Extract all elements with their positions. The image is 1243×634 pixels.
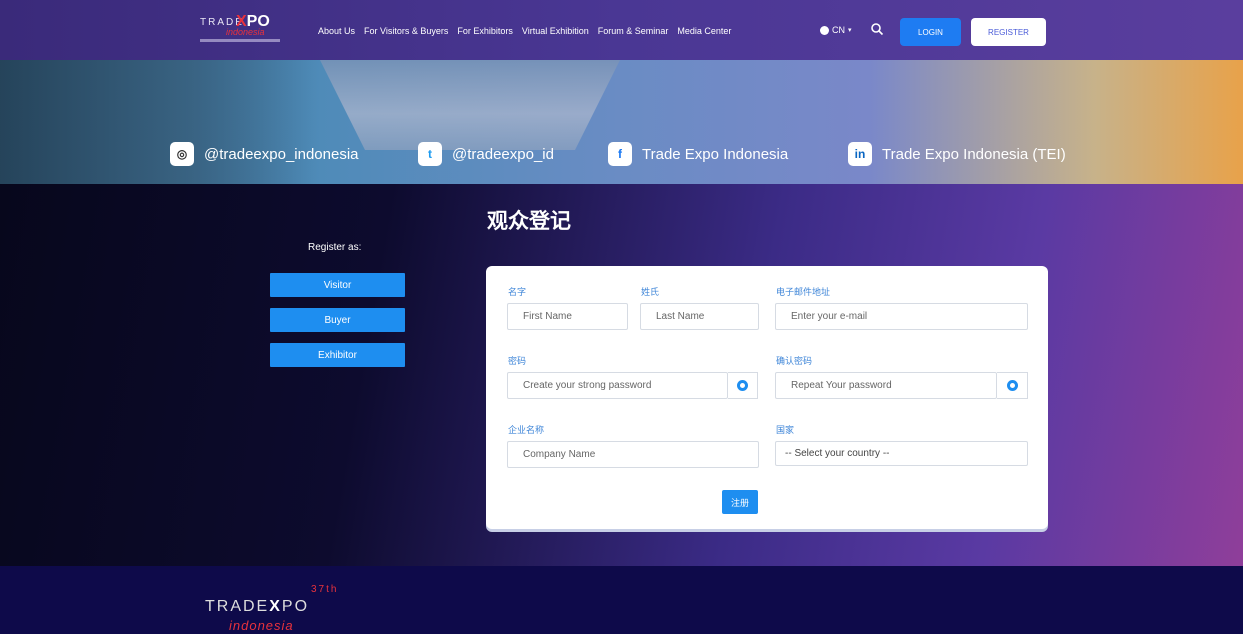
page-title: 观众登记 [487, 210, 571, 233]
facebook-handle: Trade Expo Indonesia [642, 145, 789, 163]
country-select[interactable]: -- Select your country -- [775, 441, 1028, 466]
language-selector[interactable]: CN ▾ [820, 25, 852, 35]
country-label: 国家 [776, 425, 795, 435]
linkedin-link[interactable]: in Trade Expo Indonesia (TEI) [848, 142, 1066, 166]
last-name-label: 姓氏 [641, 287, 660, 297]
linkedin-icon: in [848, 142, 872, 166]
twitter-handle: @tradeexpo_id [452, 145, 554, 163]
instagram-link[interactable]: ◎ @tradeexpo_indonesia [170, 142, 359, 166]
footer-logo-po: PO [281, 598, 310, 615]
register-button[interactable]: REGISTER [971, 18, 1046, 46]
search-icon[interactable] [870, 22, 884, 36]
twitter-icon: t [418, 142, 442, 166]
submit-register-button[interactable]: 注册 [722, 490, 758, 514]
chevron-down-icon: ▾ [848, 27, 852, 34]
email-input[interactable]: Enter your e-mail [775, 303, 1028, 330]
menu-exhibitors[interactable]: For Exhibitors [457, 26, 513, 36]
show-password-toggle[interactable] [728, 372, 758, 399]
instagram-icon: ◎ [170, 142, 194, 166]
first-name-input[interactable]: First Name [507, 303, 628, 330]
banner-building-image [320, 60, 620, 150]
company-label: 企业名称 [508, 425, 545, 435]
confirm-password-label: 确认密码 [776, 356, 813, 366]
main-menu: About Us For Visitors & Buyers For Exhib… [318, 26, 731, 36]
register-as-label: Register as: [308, 242, 362, 253]
role-visitor-button[interactable]: Visitor [270, 273, 405, 297]
login-button[interactable]: LOGIN [900, 18, 961, 46]
language-code: CN [832, 25, 845, 35]
menu-forum-seminar[interactable]: Forum & Seminar [598, 26, 669, 36]
menu-about-us[interactable]: About Us [318, 26, 355, 36]
instagram-handle: @tradeexpo_indonesia [204, 145, 359, 163]
trade-expo-logo[interactable]: TRADE XPO indonesia [200, 13, 282, 47]
first-name-label: 名字 [508, 287, 527, 297]
footer-logo-edition: 37th [311, 584, 339, 595]
menu-visitors-buyers[interactable]: For Visitors & Buyers [364, 26, 448, 36]
footer-logo-indonesia: indonesia [229, 618, 294, 633]
menu-media-center[interactable]: Media Center [677, 26, 731, 36]
company-input[interactable]: Company Name [507, 441, 759, 468]
facebook-link[interactable]: f Trade Expo Indonesia [608, 142, 788, 166]
last-name-input[interactable]: Last Name [640, 303, 759, 330]
footer-logo-x: X [269, 598, 282, 615]
password-label: 密码 [508, 356, 527, 366]
globe-icon [820, 25, 829, 35]
eye-icon [1006, 380, 1018, 391]
role-buyer-button[interactable]: Buyer [270, 308, 405, 332]
password-input[interactable]: Create your strong password [507, 372, 728, 399]
twitter-link[interactable]: t @tradeexpo_id [418, 142, 554, 166]
email-label: 电子邮件地址 [776, 287, 831, 297]
logo-tagline-bar [200, 39, 280, 42]
eye-icon [737, 380, 748, 391]
footer-logo[interactable]: TRADEXPO 37th indonesia [205, 584, 336, 633]
role-exhibitor-button[interactable]: Exhibitor [270, 343, 405, 367]
footer [0, 566, 1243, 634]
top-navbar: TRADE XPO indonesia About Us For Visitor… [0, 0, 1243, 60]
facebook-icon: f [608, 142, 632, 166]
footer-logo-trade: TRADE [205, 598, 270, 615]
show-confirm-password-toggle[interactable] [997, 372, 1028, 399]
logo-indonesia-text: indonesia [226, 27, 265, 37]
linkedin-handle: Trade Expo Indonesia (TEI) [882, 145, 1066, 163]
confirm-password-input[interactable]: Repeat Your password [775, 372, 997, 399]
menu-virtual-exhibition[interactable]: Virtual Exhibition [522, 26, 589, 36]
